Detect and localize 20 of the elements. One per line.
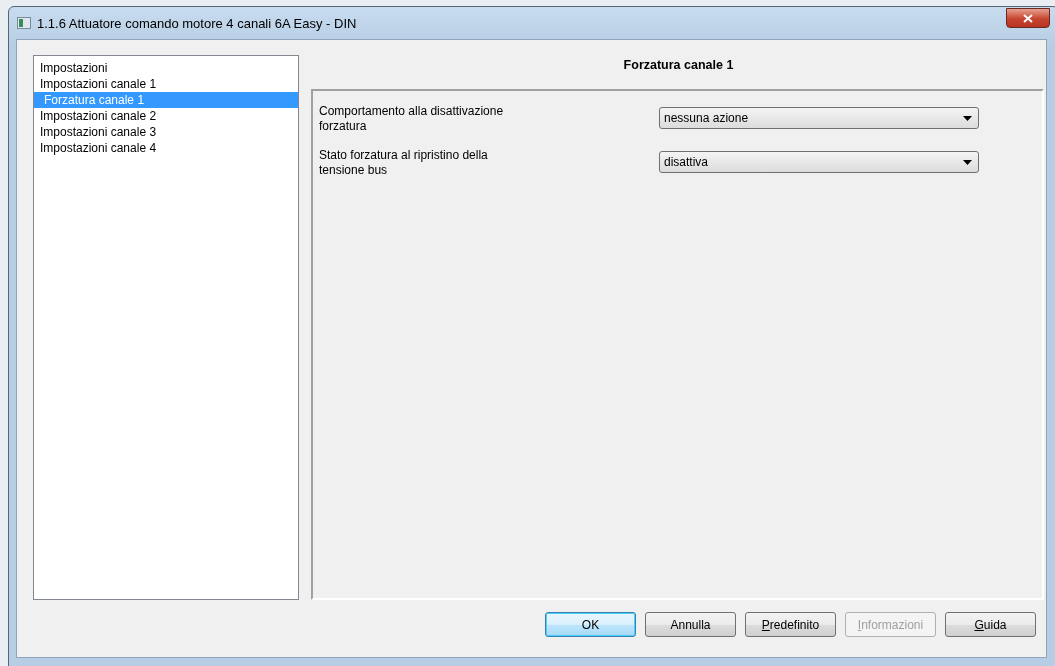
tree-item[interactable]: Impostazioni canale 3: [34, 124, 298, 140]
close-icon: [1023, 13, 1033, 23]
window-title: 1.1.6 Attuatore comando motore 4 canali 6A Easy - DIN: [37, 15, 357, 31]
dialog-button[interactable]: Predefinito: [745, 612, 836, 637]
dialog-button[interactable]: Guida: [945, 612, 1036, 637]
tree-item[interactable]: Impostazioni canale 4: [34, 140, 298, 156]
tree-item[interactable]: Impostazioni: [34, 60, 298, 76]
tree-item[interactable]: Impostazioni canale 1: [34, 76, 298, 92]
parameter-label: Stato forzatura al ripristino della tensione bus: [319, 148, 489, 178]
panel-title: Forzatura canale 1: [622, 57, 735, 74]
window-icon: [17, 17, 31, 29]
dialog-button[interactable]: OK: [545, 612, 636, 637]
dropdown-arrow-icon: [963, 115, 972, 121]
tree-item[interactable]: Impostazioni canale 2: [34, 108, 298, 124]
dropdown[interactable]: disattiva: [659, 151, 979, 173]
dropdown-arrow-icon: [963, 159, 972, 165]
dropdown[interactable]: nessuna azione: [659, 107, 979, 129]
parameter-label: Comportamento alla disattivazione forzatura: [319, 104, 505, 134]
close-button[interactable]: [1006, 8, 1050, 28]
dialog-button[interactable]: Annulla: [645, 612, 736, 637]
